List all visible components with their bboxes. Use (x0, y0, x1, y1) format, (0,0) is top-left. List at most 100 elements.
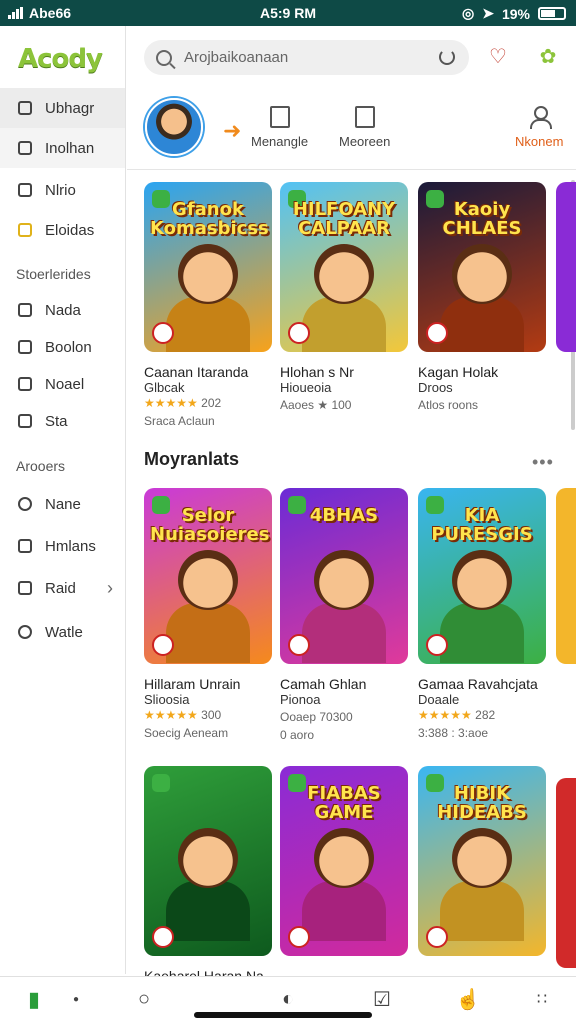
sidebar: Acody Ubhagr Inolhan Nlrio Eloidas Stoer… (0, 26, 126, 974)
game-art-title: Gfanok Komasbicss (150, 199, 269, 239)
sidebar-item-refresh[interactable]: Raid › (0, 568, 125, 608)
rating-row: ★★★★★ 282 (418, 708, 495, 722)
list-icon (18, 141, 32, 155)
status-bar: Abe66 A5:9 RM ◎ ➤ 19% (0, 0, 576, 26)
sidebar-item-label: Inolhan (45, 139, 95, 157)
user-icon (529, 106, 553, 129)
checkbox-tab-icon[interactable]: ☑ (370, 987, 394, 1011)
game-title[interactable]: Hlohan s Nr (280, 364, 410, 380)
home-tab-icon[interactable]: ▮ (22, 987, 46, 1011)
avatar[interactable] (145, 98, 203, 156)
sidebar-item-play[interactable]: Boolon (0, 327, 125, 367)
game-subtitle: Glbcak (144, 380, 185, 395)
rating-badge-icon (426, 322, 448, 344)
grid-icon (18, 377, 32, 391)
sidebar-item-box[interactable]: Nlrio (0, 170, 125, 210)
sidebar-item-check[interactable]: Watle (0, 612, 125, 652)
rating-count: 282 (475, 708, 496, 722)
game-title[interactable]: Gamaa Ravahcjata (418, 676, 568, 692)
sidebar-item-bag[interactable]: Hmlans (0, 526, 125, 566)
edit-button[interactable]: Meoreen (339, 106, 390, 149)
menu-button[interactable]: Menangle (251, 106, 308, 149)
game-title[interactable]: Camah Ghlan (280, 676, 410, 692)
character-body (166, 881, 250, 941)
circle-tab-icon[interactable]: ○ (132, 987, 156, 1011)
game-subtitle: Pionoa (280, 692, 321, 707)
game-card-art[interactable]: HILFOANY CALPAAR (280, 182, 408, 352)
rating-badge-icon (288, 322, 310, 344)
game-meta: Soecig Aeneam (144, 726, 229, 740)
sidebar-item-list[interactable]: Inolhan (0, 128, 125, 168)
game-title[interactable]: Kagan Holak (418, 364, 568, 380)
game-art-title: HIBIK HIDEABS (437, 783, 527, 823)
leaf-icon[interactable]: ✿ (536, 44, 560, 68)
game-card-art[interactable]: HIBIK HIDEABS (418, 766, 546, 956)
star-rating: ★★★★★ (144, 708, 198, 722)
rating-count: 202 (201, 396, 222, 410)
profile-button[interactable]: Nkonem (515, 106, 563, 149)
character-face (178, 550, 238, 610)
game-badge-icon (152, 774, 170, 792)
rating-badge-icon (152, 322, 174, 344)
sidebar-section-heading: Arooers (16, 458, 66, 474)
sidebar-item-home[interactable]: Ubhagr (0, 88, 125, 128)
character-body (440, 881, 524, 941)
battery-icon (538, 7, 566, 20)
rating-row: ★★★★★ 202 (144, 396, 221, 410)
game-title[interactable]: Caanan Itaranda (144, 364, 274, 380)
game-art-title: FIABAS GAME (307, 783, 381, 823)
sidebar-item-label: Hmlans (45, 537, 96, 555)
sidebar-item-chat[interactable]: Nada (0, 290, 125, 330)
game-card-peek[interactable] (556, 488, 576, 664)
search-bar[interactable]: Arojbaikoanaan (144, 40, 469, 75)
compass-tab-icon[interactable]: ◐ (276, 987, 300, 1011)
search-input[interactable]: Arojbaikoanaan (184, 49, 288, 66)
game-card-art[interactable]: KIA PURESGIS (418, 488, 546, 664)
game-meta: Aaoes ★ 100 (280, 398, 352, 412)
sidebar-item-label: Eloidas (45, 221, 95, 239)
home-icon (18, 101, 32, 115)
character-face (178, 244, 238, 304)
grid-tab-icon[interactable]: ∷ (530, 987, 554, 1011)
character-face (452, 550, 512, 610)
sidebar-item-clock[interactable]: Sta (0, 401, 125, 441)
more-icon[interactable]: ••• (532, 452, 554, 473)
chevron-right-icon: › (107, 577, 113, 598)
thumb-tab-icon[interactable]: ☝ (456, 987, 481, 1011)
game-art-title: 4BHAS (309, 505, 379, 526)
game-art-title: KIA PURESGIS (431, 505, 533, 545)
app-logo[interactable]: Acody (18, 44, 103, 74)
game-card-art[interactable]: Selor Nuiasoieres (144, 488, 272, 664)
game-title[interactable]: Hillaram Unrain (144, 676, 274, 692)
clock-icon (18, 414, 32, 428)
character-body (440, 603, 524, 663)
bag-icon (18, 539, 32, 553)
star-rating: ★★★★★ (418, 708, 472, 722)
game-meta: 0 aoro (280, 728, 315, 742)
sidebar-item-info[interactable]: Nane (0, 484, 125, 524)
star-icon (18, 223, 32, 237)
arrow-icon[interactable]: ➜ (223, 118, 241, 144)
refresh-icon[interactable] (439, 49, 455, 65)
sidebar-item-star[interactable]: Eloidas (0, 210, 125, 250)
dot-icon: ● (72, 993, 80, 1005)
game-subtitle: Slioosia (144, 692, 190, 707)
game-card-art[interactable]: Gfanok Komasbicss (144, 182, 272, 352)
game-meta: Sraca Aclaun (144, 414, 215, 428)
wifi-icon: ◎ (462, 5, 475, 21)
game-card-art[interactable]: Kaoiy CHLAES (418, 182, 546, 352)
search-icon (156, 49, 172, 66)
strawberry-icon[interactable]: ♡ (486, 44, 510, 68)
character-body (302, 297, 386, 352)
rating-badge-icon (288, 926, 310, 948)
game-card-peek[interactable] (556, 778, 576, 968)
profile-header: ➜ Menangle Meoreen Nkonem (127, 88, 576, 170)
game-card-art[interactable]: 4BHAS (280, 488, 408, 664)
game-subtitle: Doaale (418, 692, 460, 707)
game-card-art[interactable] (144, 766, 272, 956)
game-art-title: HILFOANY CALPAAR (292, 199, 396, 239)
sidebar-item-grid[interactable]: Noael (0, 364, 125, 404)
character-body (166, 603, 250, 663)
game-card-art[interactable]: FIABAS GAME (280, 766, 408, 956)
game-card-peek[interactable] (556, 182, 576, 352)
